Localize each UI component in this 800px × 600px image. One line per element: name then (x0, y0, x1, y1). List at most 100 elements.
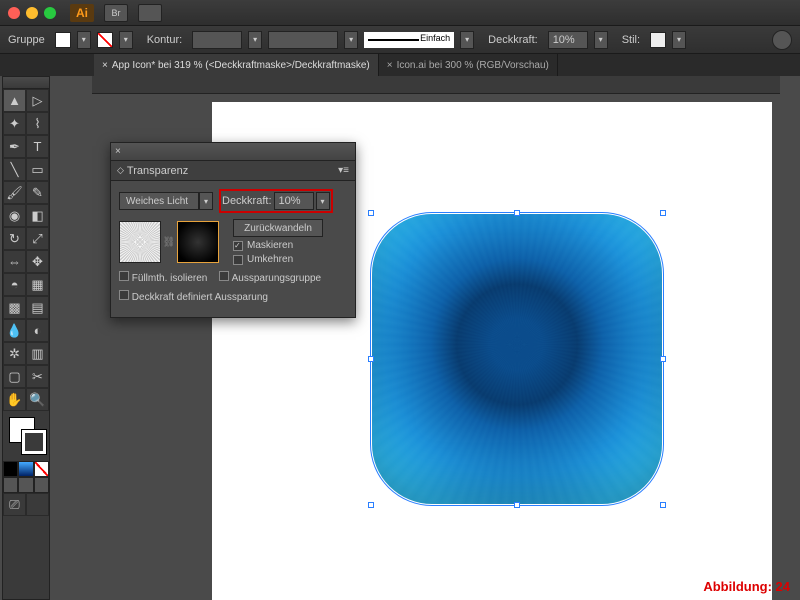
style-dropdown[interactable] (672, 31, 686, 49)
line-tool[interactable]: ╲ (3, 158, 26, 181)
blend-mode-select[interactable]: Weiches Licht (119, 192, 213, 210)
blend-tool[interactable]: ◐ (26, 319, 49, 342)
artboard-tool[interactable]: ▢ (3, 365, 26, 388)
isolate-checkbox[interactable]: Füllmth. isolieren (119, 271, 207, 284)
window-titlebar: Ai Br (0, 0, 800, 26)
brush-dropdown[interactable] (460, 31, 474, 49)
fill-stroke-control[interactable] (3, 411, 49, 461)
draw-inside[interactable] (34, 477, 49, 493)
panel-tab[interactable]: Transparenz▾≡ (111, 161, 355, 181)
opacity-input[interactable]: 10% (274, 192, 314, 210)
ruler-horizontal[interactable] (92, 76, 780, 94)
arrange-button[interactable] (138, 4, 162, 22)
handle-b[interactable] (514, 502, 520, 508)
transparency-panel: × Transparenz▾≡ Weiches Licht Deckkraft:… (110, 142, 356, 318)
fill-swatch[interactable] (55, 32, 71, 48)
draw-normal[interactable] (3, 477, 18, 493)
doc-setup-icon[interactable] (772, 30, 792, 50)
handle-br[interactable] (660, 502, 666, 508)
bridge-button[interactable]: Br (104, 4, 128, 22)
pencil-tool[interactable]: ✎ (26, 181, 49, 204)
handle-tr[interactable] (660, 210, 666, 216)
thumbnail-mask[interactable] (177, 221, 219, 263)
rotate-tool[interactable]: ↻ (3, 227, 26, 250)
minimize-icon[interactable] (26, 7, 38, 19)
symbol-sprayer-tool[interactable]: ✲ (3, 342, 26, 365)
kontur-label: Kontur: (147, 34, 182, 46)
mask-checkbox[interactable]: Maskieren (233, 240, 323, 251)
close-icon[interactable]: × (102, 60, 108, 71)
toolbox-grip[interactable] (3, 77, 49, 89)
invert-checkbox[interactable]: Umkehren (233, 254, 323, 265)
opacity-dropdown[interactable] (316, 192, 330, 210)
brush-preview[interactable]: Einfach (364, 32, 454, 48)
stroke-indicator[interactable] (21, 429, 47, 455)
type-tool[interactable]: T (26, 135, 49, 158)
color-mode-none[interactable] (34, 461, 49, 477)
mesh-tool[interactable]: ▩ (3, 296, 26, 319)
traffic-lights (8, 7, 56, 19)
var-width-dropdown[interactable] (344, 31, 358, 49)
handle-bl[interactable] (368, 502, 374, 508)
scale-tool[interactable]: ⤢ (26, 227, 49, 250)
maximize-icon[interactable] (44, 7, 56, 19)
opacity-dropdown[interactable] (594, 31, 608, 49)
revert-button[interactable]: Zurückwandeln (233, 219, 323, 237)
opacity-highlight: Deckkraft: 10% (219, 189, 333, 213)
eyedropper-tool[interactable]: 💧 (3, 319, 26, 342)
magic-wand-tool[interactable]: ✦ (3, 112, 26, 135)
screen-mode-button[interactable]: ⎚ (3, 493, 26, 516)
panel-header[interactable]: × (111, 143, 355, 161)
direct-selection-tool[interactable]: ▷ (26, 89, 49, 112)
opacity-field[interactable]: 10% (548, 31, 588, 49)
close-icon[interactable] (8, 7, 20, 19)
color-mode-row (3, 461, 49, 477)
handle-t[interactable] (514, 210, 520, 216)
link-icon[interactable]: ⛓ (163, 221, 175, 263)
opacity-label: Deckkraft: (222, 195, 272, 207)
selection-outline (370, 212, 664, 506)
close-icon[interactable]: × (387, 60, 393, 71)
rectangle-tool[interactable]: ▭ (26, 158, 49, 181)
stroke-swatch[interactable] (97, 32, 113, 48)
color-mode-gradient[interactable] (18, 461, 33, 477)
stroke-weight-dropdown[interactable] (248, 31, 262, 49)
style-swatch[interactable] (650, 32, 666, 48)
fill-dropdown[interactable] (77, 31, 91, 49)
pen-tool[interactable]: ✒ (3, 135, 26, 158)
color-mode-solid[interactable] (3, 461, 18, 477)
thumbnail-object[interactable] (119, 221, 161, 263)
lasso-tool[interactable]: ⌇ (26, 112, 49, 135)
define-knockout-checkbox[interactable]: Deckkraft definiert Aussparung (119, 290, 268, 303)
perspective-tool[interactable]: ▦ (26, 273, 49, 296)
close-icon[interactable]: × (115, 146, 121, 157)
tab-app-icon[interactable]: ×App Icon* bei 319 % (<Deckkraftmaske>/D… (94, 54, 379, 76)
tab-icon-ai[interactable]: ×Icon.ai bei 300 % (RGB/Vorschau) (379, 54, 558, 76)
selection-tool[interactable]: ▲ (3, 89, 26, 112)
handle-r[interactable] (660, 356, 666, 362)
gradient-tool[interactable]: ▤ (26, 296, 49, 319)
slice-tool[interactable]: ✂ (26, 365, 49, 388)
opacity-label: Deckkraft: (488, 34, 538, 46)
panel-menu-icon[interactable]: ▾≡ (338, 165, 349, 176)
stroke-weight-field[interactable] (192, 31, 242, 49)
toolbox: ▲ ▷ ✦ ⌇ ✒ T ╲ ▭ 🖌 ✎ ◉ ◧ ↻ ⤢ ⇔ ✥ ◓ ▦ ▩ ▤ … (2, 76, 50, 600)
var-width-field[interactable] (268, 31, 338, 49)
hand-tool[interactable]: ✋ (3, 388, 26, 411)
document-tabs: ×App Icon* bei 319 % (<Deckkraftmaske>/D… (0, 54, 800, 76)
draw-behind[interactable] (18, 477, 33, 493)
handle-l[interactable] (368, 356, 374, 362)
zoom-tool[interactable]: 🔍 (26, 388, 49, 411)
knockout-checkbox[interactable]: Aussparungsgruppe (219, 271, 321, 284)
eraser-tool[interactable]: ◧ (26, 204, 49, 227)
free-transform-tool[interactable]: ✥ (26, 250, 49, 273)
control-bar: Gruppe Kontur: Einfach Deckkraft: 10% St… (0, 26, 800, 54)
width-tool[interactable]: ⇔ (3, 250, 26, 273)
blob-brush-tool[interactable]: ◉ (3, 204, 26, 227)
stroke-dropdown[interactable] (119, 31, 133, 49)
figure-caption: Abbildung: 24 (703, 579, 790, 594)
handle-tl[interactable] (368, 210, 374, 216)
graph-tool[interactable]: ▥ (26, 342, 49, 365)
paintbrush-tool[interactable]: 🖌 (3, 181, 26, 204)
shape-builder-tool[interactable]: ◓ (3, 273, 26, 296)
